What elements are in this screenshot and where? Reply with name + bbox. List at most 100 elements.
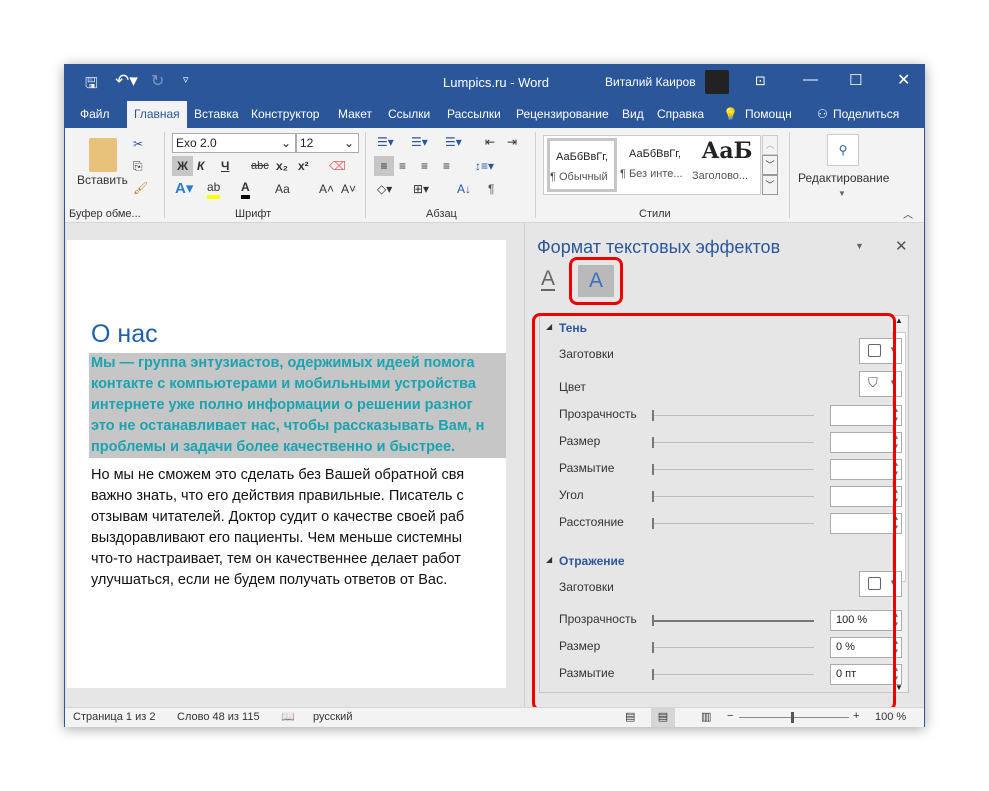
copy-icon[interactable]: ⎘ <box>133 156 143 176</box>
numbering-icon[interactable]: ☰▾ <box>411 132 428 152</box>
text-fill-outline-tab[interactable]: A <box>541 268 556 291</box>
page-count[interactable]: Страница 1 из 2 <box>73 711 155 723</box>
group-clipboard: Буфер обме... <box>69 208 141 220</box>
highlight-callout <box>532 313 896 711</box>
tab-layout[interactable]: Макет <box>338 107 372 121</box>
justify-icon[interactable]: ≡ <box>443 156 450 176</box>
format-painter-icon[interactable]: 🖌 <box>133 178 148 198</box>
font-size-select[interactable]: 12 ⌄ <box>296 133 359 153</box>
borders-icon[interactable]: ⊞▾ <box>413 179 429 199</box>
align-left-icon[interactable]: ≡ <box>374 156 394 176</box>
strikethrough-button[interactable]: abc <box>251 156 269 176</box>
highlight-callout <box>569 257 623 305</box>
style-heading[interactable]: АаБ Заголово... <box>692 138 762 192</box>
tab-design[interactable]: Конструктор <box>251 107 319 121</box>
language[interactable]: русский <box>313 711 352 723</box>
styles-scroll-down[interactable]: ﹀ <box>762 155 778 175</box>
proofing-icon[interactable]: 📖 <box>281 710 295 723</box>
group-paragraph: Абзац <box>426 208 457 220</box>
close-button[interactable]: ✕ <box>897 70 910 90</box>
find-icon[interactable]: ⚲ <box>827 134 859 166</box>
tab-insert[interactable]: Вставка <box>194 107 239 121</box>
shading-icon[interactable]: ◇▾ <box>377 179 392 199</box>
paste-icon[interactable] <box>89 138 117 172</box>
share-icon: ⚇ <box>817 107 828 121</box>
multilevel-list-icon[interactable]: ☰▾ <box>445 132 462 152</box>
tab-review[interactable]: Рецензирование <box>516 107 609 121</box>
zoom-out-button[interactable]: − <box>727 710 733 722</box>
chevron-down-icon: ▼ <box>838 189 846 198</box>
superscript-button[interactable]: x² <box>298 156 309 176</box>
autosave-icon[interactable]: 🖫 <box>85 73 98 98</box>
cut-icon[interactable]: ✂ <box>133 134 143 154</box>
line-spacing-icon[interactable]: ↕≡▾ <box>475 156 494 176</box>
tab-file[interactable]: Файл <box>80 107 110 121</box>
styles-scroll-up[interactable]: ︿ <box>762 135 778 155</box>
bold-button[interactable]: Ж <box>172 156 193 176</box>
pane-options-icon[interactable]: ▼ <box>855 241 864 251</box>
group-styles: Стили <box>639 208 671 220</box>
styles-more[interactable]: ﹀ <box>762 175 778 195</box>
tab-mailings[interactable]: Рассылки <box>447 107 501 121</box>
styles-gallery: АаБбВвГг, ¶ Обычный АаБбВвГг, ¶ Без инте… <box>543 135 761 195</box>
grow-font-icon[interactable]: A˄ <box>319 179 334 199</box>
heading: О нас <box>91 320 158 348</box>
status-bar: Страница 1 из 2 Слово 48 из 115 📖 русски… <box>65 707 924 727</box>
tab-view[interactable]: Вид <box>622 107 644 121</box>
share-button[interactable]: Поделиться <box>833 107 899 121</box>
undo-icon[interactable]: ↶▾ <box>115 71 138 91</box>
clear-formatting-icon[interactable]: ⌫ <box>329 156 346 176</box>
underline-button[interactable]: Ч <box>221 156 229 176</box>
increase-indent-icon[interactable]: ⇥ <box>507 132 517 152</box>
format-text-effects-pane: Формат текстовых эффектов ▼ ✕ A A ▲ ▼ ◢ Т… <box>524 223 924 711</box>
ribbon: Вставить ✂ ⎘ 🖌 Буфер обме... Exo 2.0 ⌄ 12… <box>65 128 924 223</box>
decrease-indent-icon[interactable]: ⇤ <box>485 132 495 152</box>
font-name-select[interactable]: Exo 2.0 ⌄ <box>172 133 296 153</box>
lightbulb-icon: 💡 <box>723 107 738 121</box>
tab-references[interactable]: Ссылки <box>388 107 430 121</box>
tab-home[interactable]: Главная <box>127 101 187 128</box>
highlight-icon[interactable]: ab <box>207 179 221 199</box>
ribbon-tabs: Файл Главная Вставка Конструктор Макет С… <box>65 101 924 128</box>
window-title: Lumpics.ru - Word <box>443 75 549 90</box>
style-normal[interactable]: АаБбВвГг, ¶ Обычный <box>547 138 617 192</box>
paste-button[interactable]: Вставить <box>77 170 128 190</box>
group-font: Шрифт <box>235 208 272 220</box>
word-window: 🖫 ↶▾ ↻ ▿ Lumpics.ru - Word Виталий Каиро… <box>64 64 925 727</box>
pane-close-icon[interactable]: ✕ <box>895 237 908 255</box>
user-name[interactable]: Виталий Каиров <box>605 75 696 89</box>
customize-qat-icon[interactable]: ▿ <box>183 73 189 86</box>
selected-paragraph[interactable]: Мы — группа энтузиастов, одержимых идеей… <box>89 353 506 458</box>
subscript-button[interactable]: x₂ <box>276 156 288 176</box>
sort-icon[interactable]: А↓ <box>457 179 471 199</box>
bullets-icon[interactable]: ☰▾ <box>377 132 394 152</box>
style-no-spacing[interactable]: АаБбВвГг, ¶ Без инте... <box>620 141 690 191</box>
zoom-in-button[interactable]: + <box>853 710 859 722</box>
maximize-button[interactable]: ☐ <box>849 71 862 89</box>
word-count[interactable]: Слово 48 из 115 <box>177 711 260 723</box>
title-bar: 🖫 ↶▾ ↻ ▿ Lumpics.ru - Word Виталий Каиро… <box>65 65 924 101</box>
ribbon-display-icon[interactable]: ⊡ <box>755 73 766 89</box>
align-center-icon[interactable]: ≡ <box>399 156 406 176</box>
web-layout-icon[interactable]: ▥ <box>701 710 711 723</box>
text-effects-icon[interactable]: A▾ <box>175 179 193 199</box>
show-marks-icon[interactable]: ¶ <box>488 179 494 199</box>
italic-button[interactable]: К <box>197 156 204 176</box>
read-mode-icon[interactable]: ▤ <box>625 710 635 723</box>
tab-help[interactable]: Справка <box>657 107 704 121</box>
font-color-icon[interactable]: A <box>241 179 250 199</box>
zoom-slider[interactable] <box>739 712 849 723</box>
document-area: О нас Мы — группа энтузиастов, одержимых… <box>65 223 524 707</box>
align-right-icon[interactable]: ≡ <box>421 156 428 176</box>
minimize-button[interactable]: — <box>803 71 818 88</box>
body-paragraph: Но мы не сможем это сделать без Вашей об… <box>91 467 465 588</box>
change-case-button[interactable]: Аа <box>275 179 290 199</box>
print-layout-icon[interactable]: ▤ <box>651 708 675 727</box>
pane-title: Формат текстовых эффектов <box>537 237 781 257</box>
redo-icon[interactable]: ↻ <box>151 71 164 91</box>
tell-me-button[interactable]: Помощн <box>745 107 792 121</box>
avatar[interactable] <box>705 70 729 94</box>
zoom-level[interactable]: 100 % <box>875 711 906 723</box>
shrink-font-icon[interactable]: A˅ <box>341 179 356 199</box>
document-page[interactable]: О нас Мы — группа энтузиастов, одержимых… <box>67 240 506 688</box>
